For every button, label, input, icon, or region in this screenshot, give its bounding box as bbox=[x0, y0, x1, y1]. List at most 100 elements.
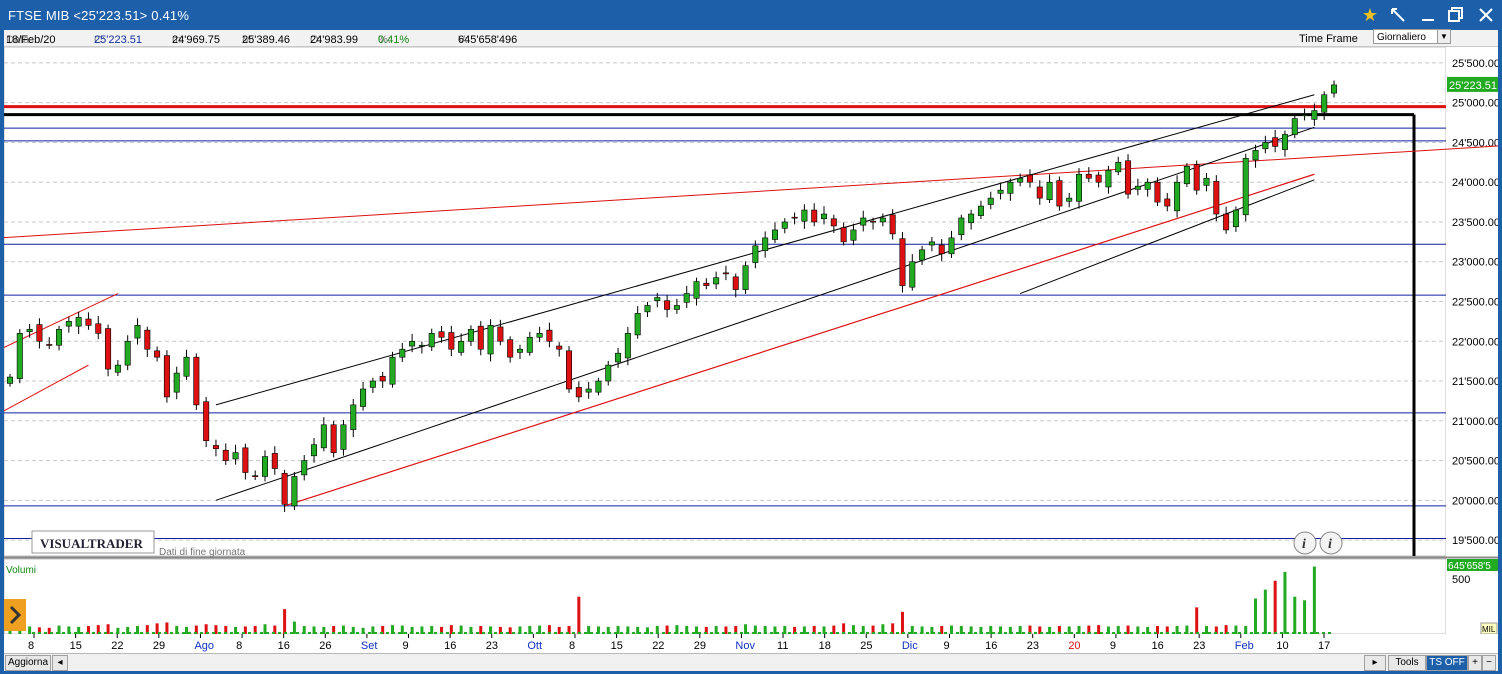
candle-body[interactable] bbox=[1144, 181, 1151, 190]
candle-body[interactable] bbox=[1164, 198, 1171, 207]
candle-body[interactable] bbox=[722, 272, 729, 275]
candle-body[interactable] bbox=[56, 329, 63, 346]
candle-body[interactable] bbox=[732, 276, 739, 290]
candle-body[interactable] bbox=[399, 348, 406, 358]
volume-bar[interactable] bbox=[881, 624, 885, 634]
zoom-in-button[interactable]: + bbox=[1468, 655, 1482, 671]
volume-plot-area[interactable] bbox=[3, 558, 1447, 635]
volume-bar[interactable] bbox=[1195, 607, 1199, 634]
candle-body[interactable] bbox=[497, 326, 504, 342]
candle-body[interactable] bbox=[458, 340, 465, 353]
candle-body[interactable] bbox=[1134, 185, 1141, 190]
candle-body[interactable] bbox=[624, 333, 631, 359]
candle-body[interactable] bbox=[1056, 180, 1063, 207]
candle-body[interactable] bbox=[909, 261, 916, 288]
candle-body[interactable] bbox=[124, 340, 131, 366]
candle-body[interactable] bbox=[301, 460, 308, 476]
candle-body[interactable] bbox=[860, 217, 867, 226]
collapse-tab[interactable] bbox=[4, 599, 26, 631]
candle-body[interactable] bbox=[46, 344, 53, 346]
candle-body[interactable] bbox=[1213, 181, 1220, 215]
volume-bar[interactable] bbox=[283, 609, 287, 634]
candle-body[interactable] bbox=[781, 221, 788, 229]
candle-body[interactable] bbox=[987, 197, 994, 205]
candle-body[interactable] bbox=[438, 331, 445, 338]
candle-body[interactable] bbox=[1154, 181, 1161, 203]
candle-body[interactable] bbox=[154, 350, 161, 358]
chart-area[interactable]: 25'500.00 25'000.00 24'500.00 24'000.00 23'5… bbox=[0, 46, 1502, 653]
candle-body[interactable] bbox=[1046, 181, 1053, 201]
volume-bar[interactable] bbox=[508, 627, 512, 634]
candle-body[interactable] bbox=[144, 329, 151, 350]
candle-body[interactable] bbox=[232, 452, 239, 460]
candle-body[interactable] bbox=[350, 404, 357, 430]
candle-body[interactable] bbox=[173, 372, 180, 393]
candle-body[interactable] bbox=[1026, 174, 1033, 183]
volume-bar[interactable] bbox=[587, 626, 591, 634]
candle-body[interactable] bbox=[281, 472, 288, 505]
candle-body[interactable] bbox=[507, 339, 514, 358]
candle-body[interactable] bbox=[1203, 177, 1210, 186]
minimize-icon[interactable] bbox=[1414, 3, 1442, 27]
candle-body[interactable] bbox=[575, 387, 582, 398]
candle-body[interactable] bbox=[634, 313, 641, 336]
candle-body[interactable] bbox=[556, 345, 563, 350]
scroll-right-button[interactable]: ▸ bbox=[1364, 655, 1386, 671]
candle-body[interactable] bbox=[821, 213, 828, 220]
pin-icon[interactable] bbox=[1384, 3, 1412, 27]
volume-bar[interactable] bbox=[185, 626, 189, 634]
candle-body[interactable] bbox=[870, 220, 877, 223]
volume-bar[interactable] bbox=[695, 626, 699, 634]
candle-body[interactable] bbox=[752, 245, 759, 263]
timeframe-select[interactable]: Giornaliero ▼ bbox=[1373, 29, 1451, 44]
candle-body[interactable] bbox=[615, 352, 622, 363]
candle-body[interactable] bbox=[1223, 213, 1230, 231]
candle-body[interactable] bbox=[369, 380, 376, 388]
candle-body[interactable] bbox=[899, 238, 906, 286]
candle-body[interactable] bbox=[389, 356, 396, 385]
candle-body[interactable] bbox=[163, 355, 170, 398]
candle-body[interactable] bbox=[703, 282, 710, 286]
candle-body[interactable] bbox=[1301, 114, 1308, 116]
candle-body[interactable] bbox=[948, 237, 955, 255]
candle-body[interactable] bbox=[330, 424, 337, 453]
candle-body[interactable] bbox=[242, 447, 249, 473]
candle-body[interactable] bbox=[105, 328, 112, 370]
candle-body[interactable] bbox=[536, 333, 543, 338]
candle-body[interactable] bbox=[271, 453, 278, 469]
candle-body[interactable] bbox=[644, 305, 651, 313]
volume-bar[interactable] bbox=[1312, 566, 1316, 634]
candle-body[interactable] bbox=[1262, 142, 1269, 150]
volume-bar[interactable] bbox=[28, 626, 32, 634]
candle-body[interactable] bbox=[938, 244, 945, 255]
star-icon[interactable]: ★ bbox=[1356, 3, 1384, 27]
candle-body[interactable] bbox=[1105, 169, 1112, 188]
candle-body[interactable] bbox=[526, 336, 533, 353]
candle-body[interactable] bbox=[418, 344, 425, 347]
candle-body[interactable] bbox=[75, 317, 82, 327]
candle-body[interactable] bbox=[7, 376, 13, 384]
dropdown-arrow-icon[interactable]: ▼ bbox=[1437, 30, 1450, 43]
ts-off-button[interactable]: TS OFF bbox=[1426, 655, 1468, 671]
volume-bar[interactable] bbox=[900, 611, 904, 634]
candle-body[interactable] bbox=[1193, 164, 1200, 191]
candle-body[interactable] bbox=[1085, 173, 1092, 179]
volume-bar[interactable] bbox=[1018, 626, 1022, 634]
tools-button[interactable]: Tools bbox=[1388, 655, 1426, 671]
candle-body[interactable] bbox=[683, 293, 690, 303]
candle-body[interactable] bbox=[261, 456, 268, 477]
candle-body[interactable] bbox=[1242, 158, 1249, 216]
candle-body[interactable] bbox=[958, 217, 965, 235]
zoom-out-button[interactable]: − bbox=[1482, 655, 1496, 671]
volume-bar[interactable] bbox=[989, 626, 993, 634]
candle-body[interactable] bbox=[340, 424, 347, 450]
volume-bar[interactable] bbox=[106, 624, 110, 634]
candle-body[interactable] bbox=[1183, 165, 1190, 185]
candle-body[interactable] bbox=[1291, 118, 1298, 135]
candle-body[interactable] bbox=[654, 297, 661, 302]
candle-body[interactable] bbox=[36, 324, 43, 342]
candle-body[interactable] bbox=[1281, 134, 1288, 150]
candle-body[interactable] bbox=[1115, 162, 1122, 173]
volume-bar[interactable] bbox=[77, 626, 81, 634]
candle-body[interactable] bbox=[477, 325, 484, 350]
